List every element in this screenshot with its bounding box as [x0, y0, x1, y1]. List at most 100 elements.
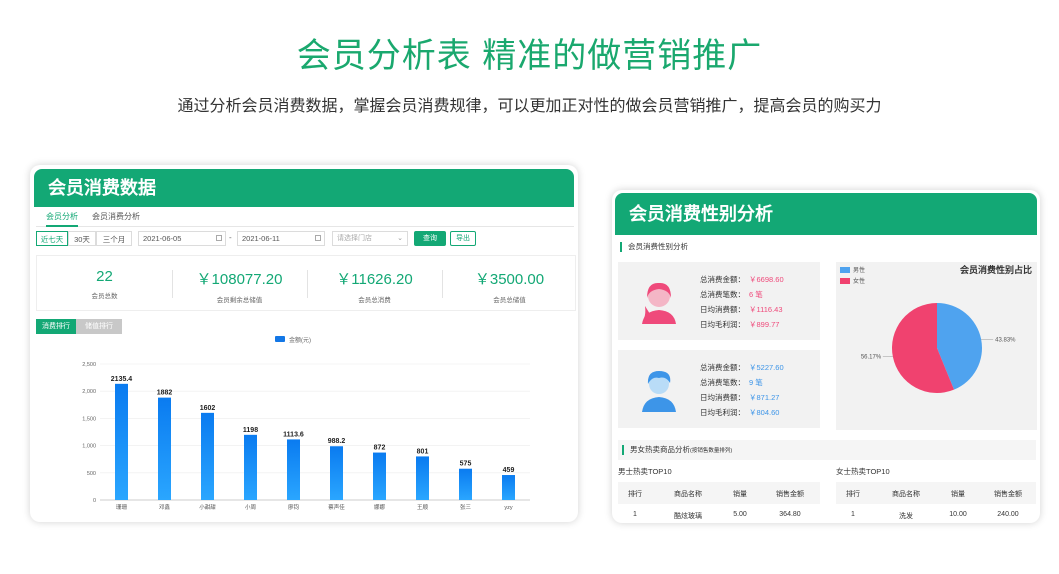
y-tick-label: 2,500: [82, 362, 96, 368]
x-tick-label: 娜娜: [374, 503, 386, 511]
tab-consumption-analysis[interactable]: 会员消费分析: [92, 211, 140, 222]
pie-label-male: 43.83%: [995, 337, 1016, 343]
stat-total-deposit: ￥3500.00 会员总储值: [442, 256, 577, 312]
store-select[interactable]: 请选择门店 ⌄: [332, 231, 408, 246]
bar-value-label: 1198: [243, 427, 258, 434]
bar-value-label: 2135.4: [111, 376, 133, 383]
stat-total-consumption: ￥11626.20 会员总消费: [307, 256, 442, 312]
stat-member-count: 22 会员总数: [37, 256, 172, 312]
bar-value-label: 872: [374, 445, 386, 452]
male-total-amount: 总消费金额： ￥5227.60: [700, 363, 784, 372]
female-avatar-icon: [642, 282, 676, 324]
bar[interactable]: [373, 452, 386, 500]
male-stats-panel: 总消费金额： ￥5227.60 总消费笔数： 9 笔 日均消费额： ￥871.27 日…: [618, 350, 820, 428]
member-consumption-card: 会员消费数据 会员分析 会员消费分析 近七天 30天 三个月 2021-06-0…: [30, 165, 578, 522]
header-qty: 销量: [733, 491, 747, 498]
gender-pie-chart: 男性 女性 会员消费性别占比 43.83% 56.17%: [840, 264, 1032, 393]
stat-value: 22: [96, 268, 113, 285]
header-amount: 销售金额: [776, 491, 804, 498]
male-avatar-icon: [642, 371, 676, 412]
female-top-title: 女士热卖TOP10: [836, 467, 890, 476]
calendar-icon: [315, 235, 321, 241]
date-to-input[interactable]: 2021-06-11: [237, 231, 325, 246]
store-select-placeholder: 请选择门店: [337, 235, 372, 242]
stat-label: 会员剩余总储值: [216, 297, 263, 304]
section-title: 会员消费性别分析: [620, 242, 688, 252]
date-to-value: 2021-06-11: [242, 234, 280, 243]
range-30days-button[interactable]: 30天: [68, 231, 96, 246]
cell-rank: 1: [633, 511, 637, 518]
legend-female-swatch: [840, 278, 850, 284]
stat-label: 会员总储值: [493, 297, 526, 304]
x-tick-label: 张三: [460, 503, 472, 511]
bar[interactable]: [201, 412, 214, 500]
stat-label: 会员总消费: [358, 297, 391, 304]
stat-remaining-balance: ￥108077.20 会员剩余总储值: [172, 256, 307, 312]
bar[interactable]: [416, 456, 429, 500]
x-tick-label: 邓鑫: [159, 503, 171, 511]
cell-name: 酷炫玻璃: [674, 513, 702, 520]
card-title: 会员消费性别分析: [615, 193, 1037, 235]
header-amount: 销售金额: [994, 491, 1022, 498]
x-tick-label: 王顺: [417, 504, 429, 511]
header-name: 商品名称: [674, 491, 702, 498]
date-separator: -: [229, 233, 232, 242]
x-tick-label: yzy: [504, 505, 513, 511]
male-daily-avg: 日均消费额： ￥871.27: [700, 393, 780, 402]
stats-summary: 22 会员总数 ￥108077.20 会员剩余总储值 ￥11626.20 会员总…: [36, 255, 576, 311]
date-from-input[interactable]: 2021-06-05: [138, 231, 226, 246]
tab-member-analysis[interactable]: 会员分析: [46, 211, 78, 227]
female-total-amount: 总消费金额： ￥6698.60: [700, 275, 784, 284]
page-title: 会员分析表 精准的做营销推广: [296, 37, 763, 75]
pie-label-female: 56.17%: [861, 355, 882, 361]
bar-value-label: 459: [503, 467, 515, 474]
bar[interactable]: [244, 434, 257, 500]
pie-title: 会员消费性别占比: [960, 264, 1032, 275]
section-title: 男女热卖商品分析(按销售数量排列): [622, 445, 732, 455]
cell-name: 洗发: [899, 513, 913, 520]
bar[interactable]: [502, 475, 515, 500]
legend-male-label: 男性: [853, 266, 865, 274]
range-3months-button[interactable]: 三个月: [96, 231, 132, 246]
stat-value: ￥11626.20: [336, 271, 413, 288]
export-button[interactable]: 导出: [450, 231, 476, 246]
bar[interactable]: [459, 468, 472, 500]
bar[interactable]: [287, 439, 300, 500]
bar-value-label: 1602: [200, 405, 216, 412]
bar-value-label: 575: [460, 461, 472, 468]
male-top-table: 排行 商品名称 销量 销售金额 1 酷炫玻璃 5.00 364.80: [618, 482, 820, 522]
analysis-tabs: 会员分析 会员消费分析: [36, 209, 574, 227]
stat-value: ￥3500.00: [474, 271, 545, 288]
y-tick-label: 0: [93, 498, 96, 504]
consumption-bar-chart: 金额(元) 0 500 1,000 1,500 2,000 2,500 2135.4 珊珊 1…: [82, 336, 530, 511]
bar-value-label: 1113.6: [283, 431, 304, 438]
bar[interactable]: [158, 397, 171, 500]
query-button[interactable]: 查询: [414, 231, 446, 246]
x-tick-label: 小甜甜: [199, 503, 216, 511]
header-rank: 排行: [628, 491, 642, 498]
female-daily-avg: 日均消费额： ￥1116.43: [700, 305, 783, 314]
bar[interactable]: [115, 383, 128, 500]
y-tick-label: 1,500: [82, 416, 96, 422]
stat-label: 会员总数: [91, 293, 118, 300]
header-qty: 销量: [951, 491, 965, 498]
legend-label: 金额(元): [289, 336, 311, 344]
legend-swatch: [275, 336, 285, 342]
male-top-title: 男士热卖TOP10: [618, 467, 672, 476]
stat-value: ￥108077.20: [196, 271, 283, 288]
card-title: 会员消费数据: [34, 169, 574, 207]
bar[interactable]: [330, 446, 343, 500]
cell-qty: 10.00: [949, 511, 967, 518]
range-7days-button[interactable]: 近七天: [36, 231, 68, 246]
female-total-count: 总消费笔数： 6 笔: [700, 290, 763, 299]
y-tick-label: 2,000: [82, 389, 96, 395]
filter-bar: 近七天 30天 三个月 2021-06-05 - 2021-06-11 请选择门…: [36, 231, 576, 247]
y-tick-label: 1,000: [82, 444, 96, 450]
gender-analysis-card: 会员消费性别分析 会员消费性别分析 总消费金额： ￥6698.60 总消费笔数： 6…: [612, 190, 1040, 523]
cell-amount: 364.80: [779, 511, 801, 518]
header-name: 商品名称: [892, 491, 920, 498]
calendar-icon: [216, 235, 222, 241]
x-tick-label: 廖钧: [288, 503, 300, 511]
bar-value-label: 1882: [157, 390, 173, 397]
x-tick-label: 蔡声佳: [328, 503, 345, 511]
